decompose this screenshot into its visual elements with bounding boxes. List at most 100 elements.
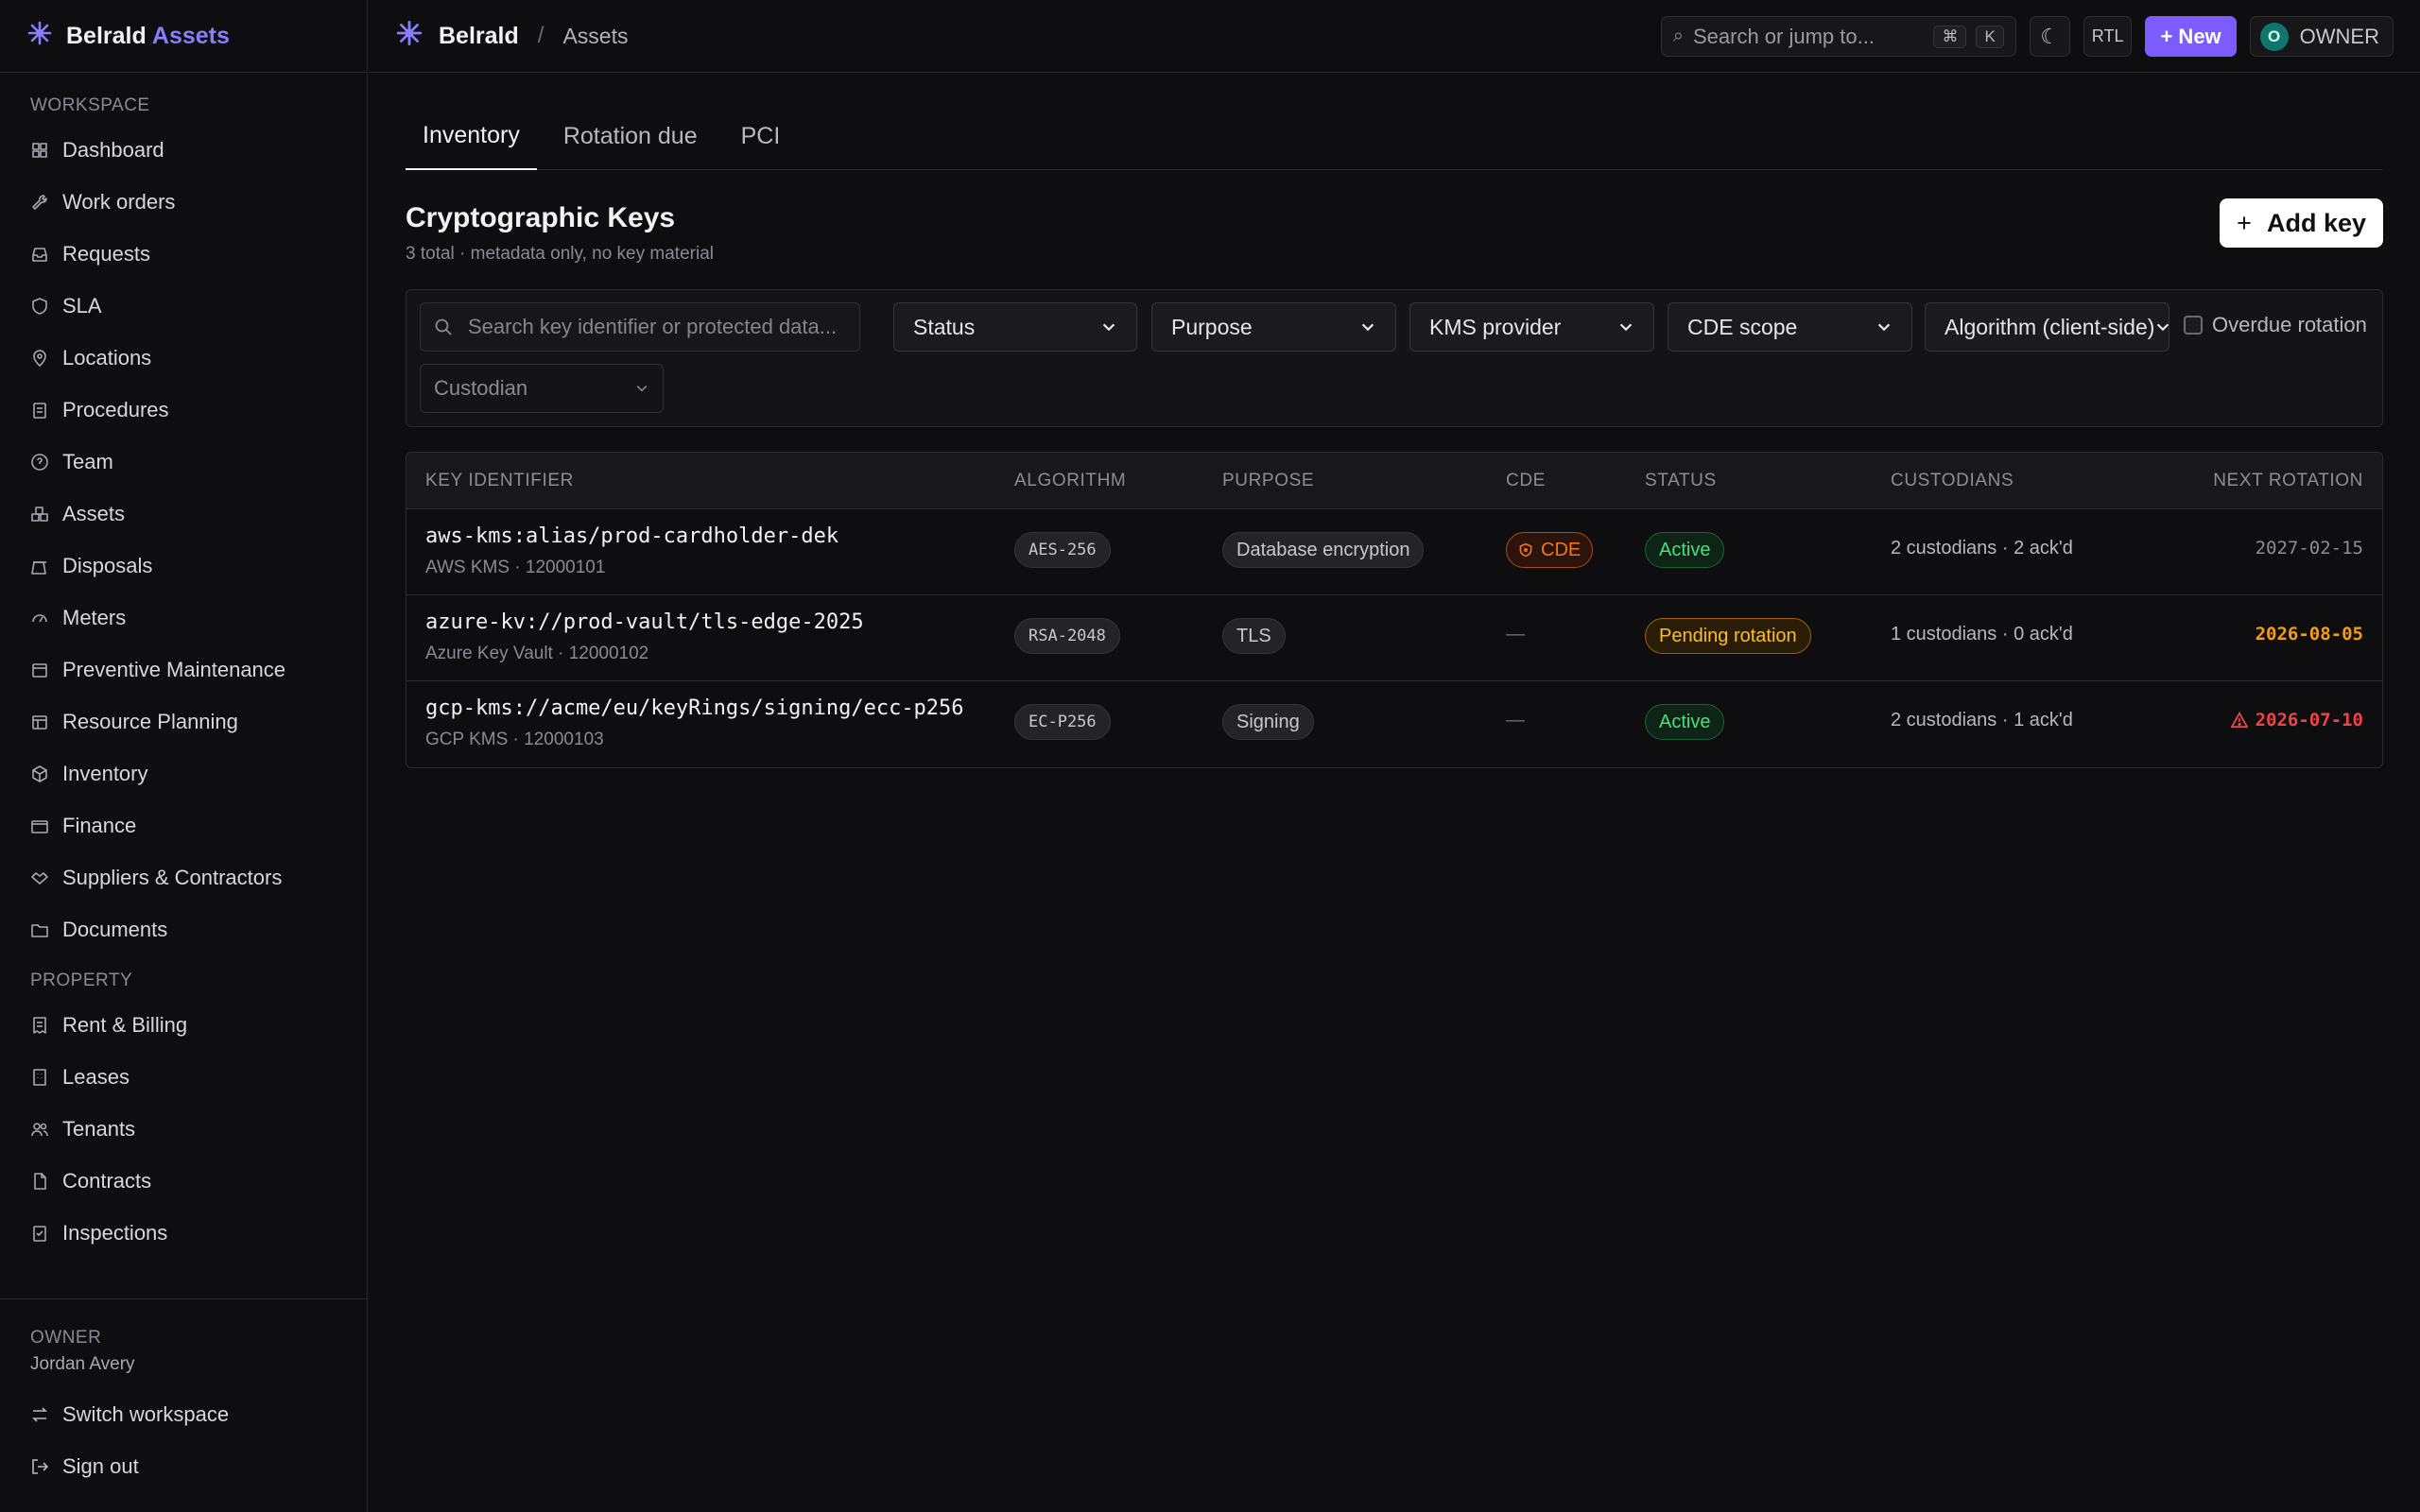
sidebar-item-meters[interactable]: Meters <box>0 592 367 644</box>
clipboard-check-icon <box>30 1224 49 1243</box>
col-next-rotation[interactable]: NEXT ROTATION <box>2213 471 2363 491</box>
col-purpose[interactable]: PURPOSE <box>1222 471 1314 491</box>
shield-icon <box>1519 542 1532 558</box>
key-identifier[interactable]: gcp-kms://acme/eu/keyRings/signing/ecc-p… <box>425 696 964 720</box>
brand[interactable]: Belrald Assets <box>0 0 367 73</box>
sidebar-item-label: Resource Planning <box>62 709 238 733</box>
sidebar-item-tenants[interactable]: Tenants <box>0 1103 367 1155</box>
warning-triangle-icon <box>2230 712 2248 729</box>
algorithm-select[interactable]: Algorithm (client-side) <box>1925 302 2169 352</box>
custodians-summary: 2 custodians · 1 ack'd <box>1891 710 2073 730</box>
sidebar-item-documents[interactable]: Documents <box>0 903 367 955</box>
sidebar-item-disposals[interactable]: Disposals <box>0 540 367 592</box>
sidebar-item-label: Locations <box>62 345 152 369</box>
overdue-checkbox[interactable] <box>2184 316 2203 335</box>
filter-bar: Search key identifier or protected data.… <box>406 289 2383 427</box>
col-custodians[interactable]: CUSTODIANS <box>1891 471 2014 491</box>
sidebar-item-resource-planning[interactable]: Resource Planning <box>0 696 367 747</box>
sidebar-item-requests[interactable]: Requests <box>0 228 367 280</box>
switch-workspace-button[interactable]: Switch workspace <box>0 1388 367 1440</box>
purpose-badge: Signing <box>1222 704 1314 740</box>
main-content: Inventory Rotation due PCI Cryptographic… <box>406 74 2383 768</box>
add-key-label: Add key <box>2266 208 2366 237</box>
handshake-icon <box>30 868 49 887</box>
table-row[interactable]: aws-kms:alias/prod-cardholder-dek AWS KM… <box>406 509 2382 595</box>
sidebar-item-assets[interactable]: Assets <box>0 488 367 540</box>
sidebar-item-label: Inventory <box>62 761 148 785</box>
tab-rotation-due[interactable]: Rotation due <box>546 123 715 169</box>
sidebar-item-team[interactable]: Team <box>0 436 367 488</box>
theme-toggle-button[interactable]: ☾ <box>2029 16 2070 57</box>
global-search[interactable]: ⌕ Search or jump to... ⌘ K <box>1660 16 2016 57</box>
sidebar-item-procedures[interactable]: Procedures <box>0 384 367 436</box>
building-icon <box>30 1068 49 1087</box>
table-header: KEY IDENTIFIER ALGORITHM PURPOSE CDE STA… <box>406 453 2382 509</box>
table-row[interactable]: gcp-kms://acme/eu/keyRings/signing/ecc-p… <box>406 681 2382 767</box>
logo-icon <box>395 19 424 53</box>
breadcrumb-brand[interactable]: Belrald <box>439 23 519 50</box>
sidebar-item-inventory[interactable]: Inventory <box>0 747 367 799</box>
search-icon: ⌕ <box>1672 26 1684 46</box>
sidebar-item-preventive-maintenance[interactable]: Preventive Maintenance <box>0 644 367 696</box>
kms-provider-select[interactable]: KMS provider <box>1409 302 1654 352</box>
recycle-icon <box>30 557 49 576</box>
col-key-identifier[interactable]: KEY IDENTIFIER <box>425 471 574 491</box>
purpose-select-value: Purpose <box>1171 314 1253 339</box>
property-nav: Rent & Billing Leases Tenants Contracts Insp… <box>0 999 367 1259</box>
chevron-down-icon <box>1619 323 1633 332</box>
col-cde[interactable]: CDE <box>1506 471 1546 491</box>
sidebar-item-finance[interactable]: Finance <box>0 799 367 851</box>
sign-out-icon <box>32 1458 49 1474</box>
sidebar-item-work-orders[interactable]: Work orders <box>0 176 367 228</box>
sidebar-item-inspections[interactable]: Inspections <box>0 1207 367 1259</box>
tab-inventory[interactable]: Inventory <box>406 122 537 170</box>
overdue-rotation-toggle[interactable]: Overdue rotation <box>2184 313 2367 337</box>
status-select-value: Status <box>913 314 976 339</box>
breadcrumb-page[interactable]: Assets <box>562 24 628 49</box>
status-badge: Pending rotation <box>1645 618 1811 654</box>
topbar-actions: ⌕ Search or jump to... ⌘ K ☾ RTL + New O… <box>1660 16 2394 57</box>
sidebar-item-rent-billing[interactable]: Rent & Billing <box>0 999 367 1051</box>
workspace-nav: Dashboard Work orders Requests SLA Locations… <box>0 124 367 955</box>
sidebar-item-locations[interactable]: Locations <box>0 332 367 384</box>
next-rotation-date: 2026-08-05 <box>2255 624 2363 644</box>
wallet-icon <box>30 816 49 835</box>
tab-pci[interactable]: PCI <box>724 123 798 169</box>
status-select[interactable]: Status <box>893 302 1137 352</box>
sidebar-item-contracts[interactable]: Contracts <box>0 1155 367 1207</box>
sidebar-item-leases[interactable]: Leases <box>0 1051 367 1103</box>
key-identifier[interactable]: azure-kv://prod-vault/tls-edge-2025 <box>425 610 864 634</box>
sidebar-item-label: Tenants <box>62 1116 136 1141</box>
purpose-badge: Database encryption <box>1222 532 1425 568</box>
key-identifier[interactable]: aws-kms:alias/prod-cardholder-dek <box>425 524 838 548</box>
receipt-icon <box>30 1016 49 1035</box>
sidebar-item-label: Finance <box>62 813 137 837</box>
col-algorithm[interactable]: ALGORITHM <box>1014 471 1126 491</box>
new-button[interactable]: + New <box>2145 16 2237 57</box>
users-icon <box>30 1120 49 1139</box>
status-badge: Active <box>1645 532 1725 568</box>
sidebar-item-label: Suppliers & Contractors <box>62 865 283 889</box>
sidebar-item-sla[interactable]: SLA <box>0 280 367 332</box>
global-search-placeholder: Search or jump to... <box>1692 24 1875 48</box>
key-search-input[interactable]: Search key identifier or protected data.… <box>420 302 860 352</box>
add-key-button[interactable]: + Add key <box>2220 198 2383 248</box>
col-status[interactable]: STATUS <box>1645 471 1717 491</box>
sign-out-button[interactable]: Sign out <box>0 1440 367 1492</box>
next-rotation-date: 2027-02-15 <box>2255 538 2363 558</box>
brand-name: Belrald <box>66 22 147 49</box>
sidebar-item-suppliers-contractors[interactable]: Suppliers & Contractors <box>0 851 367 903</box>
custodian-select[interactable]: Custodian <box>420 364 664 413</box>
account-menu-button[interactable]: O OWNER <box>2249 16 2394 57</box>
sidebar-item-label: Leases <box>62 1064 130 1089</box>
sidebar-item-label: Inspections <box>62 1220 168 1245</box>
owner-role: OWNER <box>30 1328 102 1348</box>
sidebar-item-dashboard[interactable]: Dashboard <box>0 124 367 176</box>
rtl-toggle-button[interactable]: RTL <box>2083 16 2133 57</box>
purpose-select[interactable]: Purpose <box>1151 302 1396 352</box>
key-provider: Azure Key Vault · 12000102 <box>425 644 649 663</box>
dashboard-icon <box>30 141 49 160</box>
cde-scope-select[interactable]: CDE scope <box>1668 302 1912 352</box>
purpose-badge: TLS <box>1222 618 1286 654</box>
table-row[interactable]: azure-kv://prod-vault/tls-edge-2025 Azur… <box>406 595 2382 681</box>
